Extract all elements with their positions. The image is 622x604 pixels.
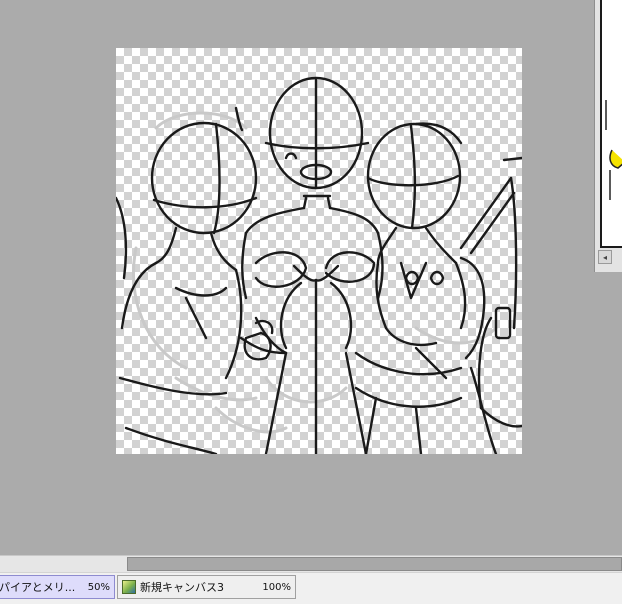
tab-label: パイアとメリ... [0,581,76,594]
tab-zoom-level: 50% [87,581,110,593]
canvas-workspace[interactable]: ◂ [0,0,622,555]
sketch-line-art [116,76,522,454]
image-icon [122,580,136,594]
document-tab-active[interactable]: パイアとメリ... 50% [0,575,115,599]
horizontal-scrollbar[interactable] [0,555,622,572]
tab-zoom-level: 100% [262,581,291,593]
navigator-preview[interactable] [600,0,622,248]
scrollbar-thumb[interactable] [127,557,622,571]
chevron-left-icon[interactable]: ◂ [598,250,612,264]
navigator-panel: ◂ [594,0,622,272]
document-tab[interactable]: 新規キャンバス3 100% [117,575,296,599]
document-tab-bar: パイアとメリ... 50% 新規キャンバス3 100% [0,572,622,604]
drawing-canvas[interactable] [116,48,522,454]
tab-label: 新規キャンバス3 [140,581,224,594]
